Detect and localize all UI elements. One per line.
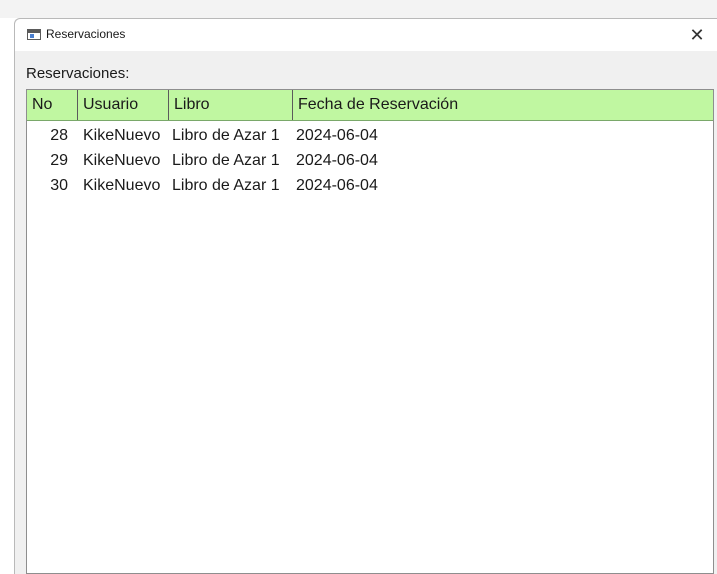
- cell-fecha: 2024-06-04: [296, 177, 378, 194]
- close-button[interactable]: ✕: [677, 19, 717, 51]
- column-header-no[interactable]: No: [27, 90, 78, 120]
- table-body: 28 KikeNuevo Libro de Azar 1 2024-06-04 …: [27, 123, 713, 198]
- table-row[interactable]: 30 KikeNuevo Libro de Azar 1 2024-06-04: [27, 173, 713, 198]
- app-window-icon: [27, 29, 41, 40]
- cell-usuario: KikeNuevo: [83, 152, 161, 169]
- cell-libro: Libro de Azar 1: [172, 152, 280, 169]
- cell-libro: Libro de Azar 1: [172, 127, 280, 144]
- cell-usuario: KikeNuevo: [83, 127, 161, 144]
- reservations-list-view[interactable]: No Usuario Libro Fecha de Reservación 28…: [26, 89, 714, 574]
- cell-no: 30: [50, 177, 68, 194]
- reservaciones-label: Reservaciones:: [26, 65, 130, 82]
- table-row[interactable]: 29 KikeNuevo Libro de Azar 1 2024-06-04: [27, 148, 713, 173]
- desktop-background: [0, 0, 717, 18]
- close-icon: ✕: [689, 24, 705, 45]
- title-bar[interactable]: Reservaciones ✕: [15, 19, 717, 51]
- cell-no: 29: [50, 152, 68, 169]
- column-header-usuario[interactable]: Usuario: [78, 90, 169, 120]
- column-header-fecha[interactable]: Fecha de Reservación: [293, 90, 713, 120]
- cell-libro: Libro de Azar 1: [172, 177, 280, 194]
- cell-usuario: KikeNuevo: [83, 177, 161, 194]
- cell-fecha: 2024-06-04: [296, 152, 378, 169]
- cell-fecha: 2024-06-04: [296, 127, 378, 144]
- window-title: Reservaciones: [46, 27, 126, 41]
- reservaciones-window: Reservaciones ✕ Reservaciones: No Usuari…: [14, 18, 717, 574]
- column-header-libro[interactable]: Libro: [169, 90, 293, 120]
- table-row[interactable]: 28 KikeNuevo Libro de Azar 1 2024-06-04: [27, 123, 713, 148]
- column-header-row: No Usuario Libro Fecha de Reservación: [27, 90, 713, 121]
- cell-no: 28: [50, 127, 68, 144]
